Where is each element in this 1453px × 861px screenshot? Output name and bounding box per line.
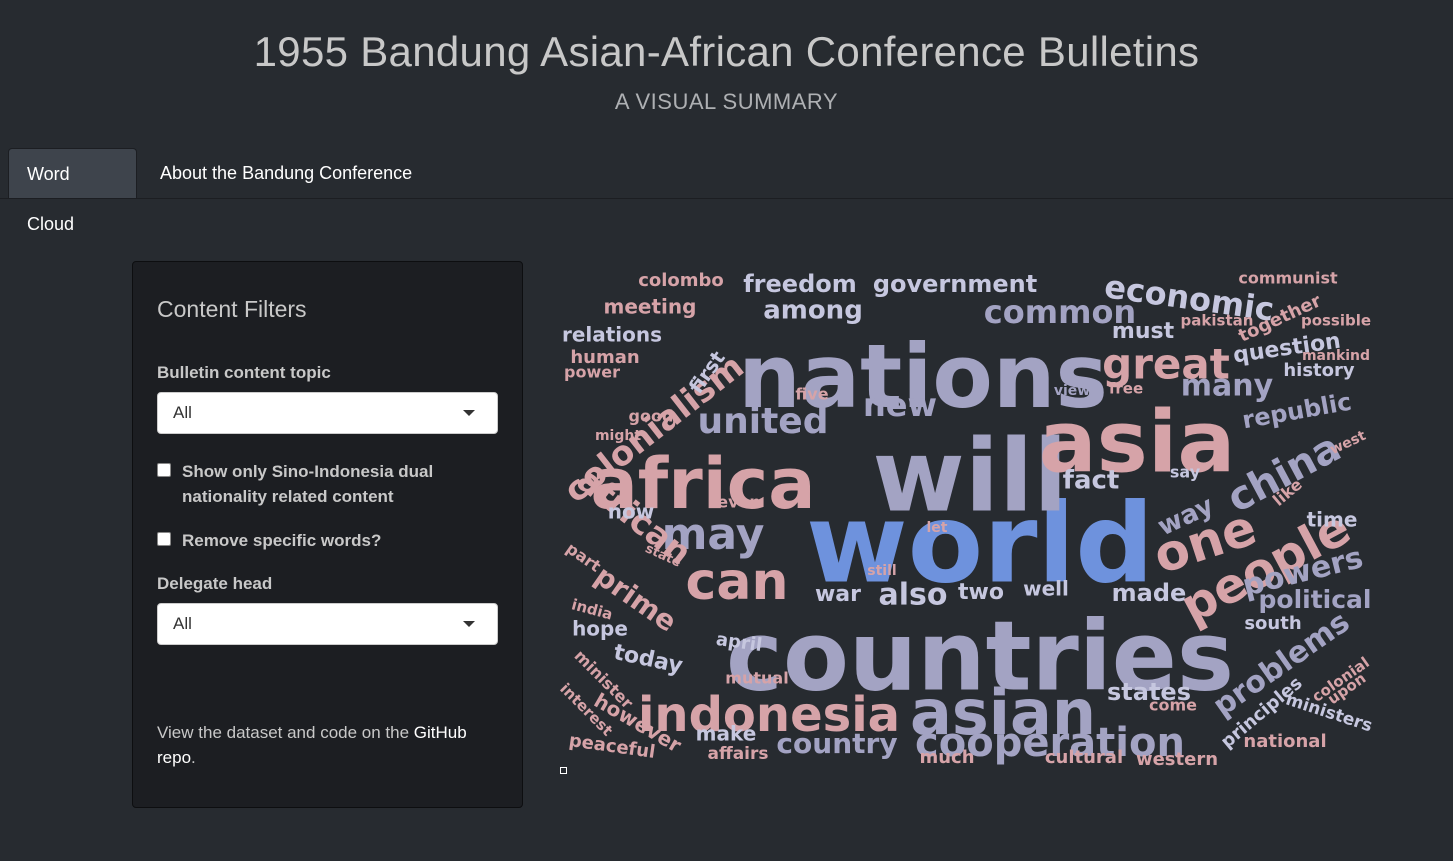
remove-words-label: Remove specific words?	[182, 531, 382, 550]
word-cloud: world countries will nations asia africa asian…	[555, 255, 1385, 770]
word-can: can	[686, 552, 789, 612]
word-national: national	[1243, 731, 1326, 752]
word-made: made	[1112, 579, 1187, 607]
remove-words-checkbox[interactable]	[157, 532, 171, 546]
word-relations: relations	[562, 323, 662, 347]
word-free: free	[1109, 380, 1143, 398]
dual-nationality-option: Show only Sino-Indonesia dual nationalit…	[157, 459, 497, 509]
word-part: part	[563, 539, 605, 576]
word-might: might	[595, 428, 641, 444]
delegate-label: Delegate head	[157, 574, 273, 593]
word-time: time	[1307, 508, 1358, 532]
word-make: make	[696, 722, 757, 746]
topic-select[interactable]: All	[157, 392, 498, 434]
word-western: western	[1136, 749, 1218, 770]
word-possible: possible	[1301, 312, 1371, 330]
word-well: well	[1023, 577, 1069, 601]
word-war: war	[815, 582, 861, 607]
delegate-select-value: All	[173, 614, 192, 633]
word-colombo: colombo	[638, 270, 724, 291]
word-affairs: affairs	[707, 744, 768, 764]
word-country: country	[776, 727, 897, 760]
footer-note: View the dataset and code on the GitHub …	[157, 720, 497, 770]
footer-suffix: .	[191, 748, 196, 767]
tab-bar: Word Cloud About the Bandung Conference	[0, 147, 1453, 234]
word-government: government	[873, 270, 1037, 298]
word-five: five	[795, 385, 828, 404]
word-united: united	[698, 401, 829, 442]
word-mankind: mankind	[1302, 348, 1370, 364]
footer-prefix: View the dataset and code on the	[157, 723, 414, 742]
delegate-select[interactable]: All	[157, 603, 498, 645]
word-west: west	[1328, 428, 1369, 458]
word-freedom: freedom	[743, 270, 857, 298]
word-today: today	[611, 640, 685, 679]
word-fact: fact	[1063, 466, 1120, 496]
word-among: among	[763, 296, 863, 326]
word-mutual: mutual	[725, 669, 788, 688]
word-south: south	[1244, 613, 1301, 634]
panel-title: Content Filters	[157, 296, 307, 322]
tab-about[interactable]: About the Bandung Conference	[142, 148, 430, 198]
word-much: much	[919, 747, 974, 768]
chevron-down-icon	[463, 410, 475, 416]
word-power: power	[564, 363, 620, 382]
filters-panel: Content Filters Bulletin content topic A…	[132, 261, 523, 808]
word-new: new	[863, 386, 937, 424]
word-two: two	[958, 580, 1004, 605]
word-good: good	[629, 407, 674, 426]
word-view: view	[1054, 383, 1090, 399]
word-meeting: meeting	[604, 295, 697, 319]
dual-nationality-label: Show only Sino-Indonesia dual nationalit…	[182, 462, 434, 506]
word-cultural: cultural	[1045, 747, 1123, 768]
word-also: also	[879, 578, 948, 613]
word-now: now	[608, 500, 654, 524]
remove-words-option: Remove specific words?	[157, 528, 497, 553]
topic-label: Bulletin content topic	[157, 363, 331, 382]
page-subtitle: A VISUAL SUMMARY	[614, 89, 839, 114]
page-title: 1955 Bandung Asian-African Conference Bu…	[253, 28, 1200, 75]
word-political: political	[1259, 585, 1372, 614]
word-communist: communist	[1238, 269, 1338, 288]
word-let: let	[927, 520, 948, 536]
word-even: even	[717, 493, 761, 512]
word-must: must	[1112, 319, 1175, 344]
chevron-down-icon	[463, 621, 475, 627]
word-many: many	[1181, 369, 1274, 404]
resize-handle[interactable]	[560, 767, 567, 774]
dual-nationality-checkbox[interactable]	[157, 463, 171, 477]
word-pakistan: pakistan	[1181, 312, 1254, 330]
word-cloud-svg: worldcountrieswillnationsasiaafricaasian…	[556, 267, 1374, 770]
topic-select-value: All	[173, 403, 192, 422]
word-say: say	[1170, 463, 1201, 482]
tab-word-cloud[interactable]: Word Cloud	[8, 148, 137, 234]
word-still: still	[867, 563, 896, 579]
word-come: come	[1149, 696, 1197, 715]
